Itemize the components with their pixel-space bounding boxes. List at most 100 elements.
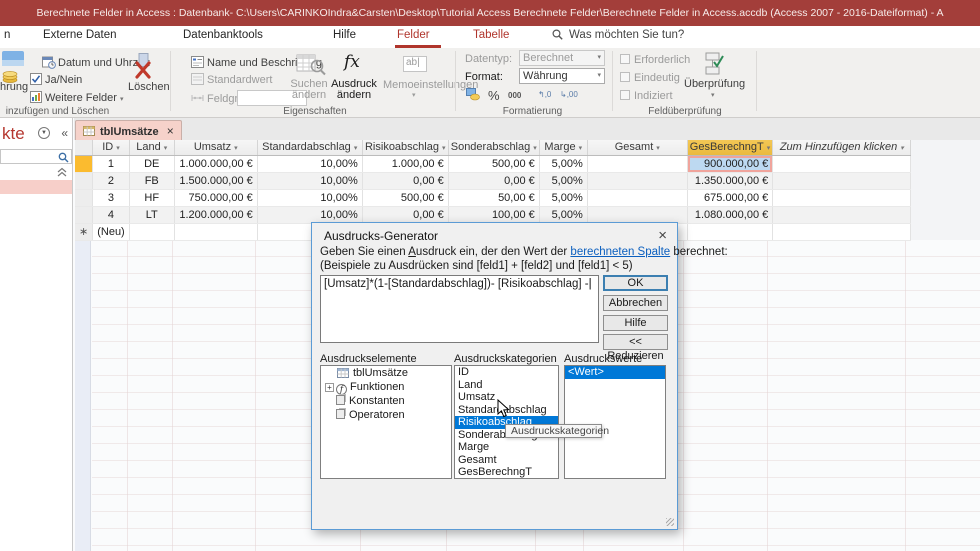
cell[interactable]: [129, 223, 175, 241]
record-selector[interactable]: [75, 206, 94, 224]
cell[interactable]: 750.000,00 €: [174, 189, 258, 207]
cell[interactable]: [772, 155, 912, 173]
ok-button[interactable]: OK: [603, 275, 668, 291]
cell[interactable]: [587, 172, 688, 190]
cell[interactable]: 2: [92, 172, 130, 190]
cell[interactable]: 1.200.000,00 €: [174, 206, 258, 224]
category-item[interactable]: GesBerechngT: [455, 466, 558, 478]
record-selector[interactable]: [75, 189, 94, 207]
cell[interactable]: 5,00%: [539, 206, 588, 224]
column-header-id[interactable]: ID ▾: [92, 140, 130, 156]
cell[interactable]: [772, 172, 912, 190]
filter-arrow-icon[interactable]: ▾: [116, 145, 120, 152]
increase-decimals-button[interactable]: ↰,0: [538, 90, 551, 99]
nav-search-input[interactable]: [0, 149, 72, 164]
column-header-sonderabschlag[interactable]: Sonderabschlag ▾: [448, 140, 540, 156]
yes-no-button[interactable]: Ja/Nein: [45, 74, 82, 86]
cell[interactable]: [772, 206, 912, 224]
new-record-label[interactable]: (Neu): [92, 223, 130, 241]
record-selector-current[interactable]: [75, 155, 94, 173]
cell[interactable]: FB: [129, 172, 175, 190]
column-header-standardabschlag[interactable]: Standardabschlag ▾: [257, 140, 363, 156]
filter-arrow-icon[interactable]: ▾: [533, 145, 537, 152]
cell[interactable]: 10,00%: [257, 206, 363, 224]
filter-arrow-icon[interactable]: ▾: [656, 145, 660, 152]
cell[interactable]: HF: [129, 189, 175, 207]
new-record-selector[interactable]: ∗: [75, 223, 94, 241]
cell[interactable]: 3: [92, 189, 130, 207]
datatype-select[interactable]: Berechnet ▾: [519, 50, 605, 66]
tab-tabelle[interactable]: Tabelle: [473, 29, 509, 41]
selected-cell[interactable]: 900.000,00 €: [687, 155, 774, 173]
column-header-gesberechngt[interactable]: GesBerechngT ▾: [687, 140, 774, 156]
filter-arrow-icon[interactable]: ▾: [164, 145, 168, 152]
close-tab-icon[interactable]: ×: [167, 124, 174, 138]
cell[interactable]: 5,00%: [539, 172, 588, 190]
cell[interactable]: 1.080.000,00 €: [687, 206, 774, 224]
cell[interactable]: 1.000,00 €: [362, 155, 449, 173]
cell[interactable]: 1.350.000,00 €: [687, 172, 774, 190]
filter-arrow-icon[interactable]: ▾: [354, 145, 358, 152]
filter-arrow-icon[interactable]: ▾: [234, 145, 238, 152]
cell[interactable]: [587, 189, 688, 207]
cell[interactable]: [174, 223, 258, 241]
close-icon[interactable]: ×: [658, 227, 667, 244]
expand-icon[interactable]: +: [325, 383, 334, 392]
cell[interactable]: 5,00%: [539, 189, 588, 207]
expression-categories-list[interactable]: ID Land Umsatz Standardabschlag Risikoab…: [454, 365, 559, 479]
cell[interactable]: 4: [92, 206, 130, 224]
filter-arrow-icon[interactable]: ▾: [900, 145, 904, 152]
currency-button[interactable]: hrung: [0, 81, 28, 93]
cell[interactable]: 1.500.000,00 €: [174, 172, 258, 190]
filter-arrow-icon[interactable]: ▾: [442, 145, 446, 152]
tab-felder-active[interactable]: Felder: [397, 29, 430, 41]
select-all-corner[interactable]: [75, 140, 94, 156]
cell[interactable]: 0,00 €: [362, 172, 449, 190]
category-item[interactable]: Marge: [455, 441, 558, 454]
unique-checkbox[interactable]: Eindeutig: [620, 72, 680, 84]
modify-expression-button[interactable]: Ausdruck ändern: [331, 79, 377, 101]
tell-me-search[interactable]: Was möchten Sie tun?: [552, 29, 684, 41]
record-selector[interactable]: [75, 172, 94, 190]
cell[interactable]: 1: [92, 155, 130, 173]
cell[interactable]: 10,00%: [257, 189, 363, 207]
column-header-risikoabschlag[interactable]: Risikoabschlag ▾: [362, 140, 449, 156]
cell[interactable]: 10,00%: [257, 155, 363, 173]
required-checkbox[interactable]: Erforderlich: [620, 54, 690, 66]
delete-button[interactable]: Löschen: [128, 81, 170, 93]
cell[interactable]: 0,00 €: [448, 172, 540, 190]
cell[interactable]: 5,00%: [539, 155, 588, 173]
cell[interactable]: 50,00 €: [448, 189, 540, 207]
indexed-checkbox[interactable]: Indiziert: [620, 90, 673, 102]
format-select[interactable]: Währung ▾: [519, 68, 605, 84]
tree-item-functions[interactable]: + f Funktionen: [321, 380, 451, 395]
modify-lookup-button[interactable]: Suchen ändern: [288, 79, 330, 101]
cell[interactable]: [772, 223, 912, 241]
expression-input[interactable]: [Umsatz]*(1-[Standardabschlag])- [Risiko…: [320, 275, 599, 343]
cell[interactable]: 10,00%: [257, 172, 363, 190]
tree-item-operators[interactable]: Operatoren: [321, 408, 451, 422]
thousands-format-button[interactable]: 000: [508, 91, 521, 100]
cell[interactable]: 500,00 €: [362, 189, 449, 207]
cell[interactable]: DE: [129, 155, 175, 173]
cell[interactable]: 675.000,00 €: [687, 189, 774, 207]
expression-values-list[interactable]: <Wert>: [564, 365, 666, 479]
cell[interactable]: [687, 223, 774, 241]
category-item[interactable]: Gesamt: [455, 454, 558, 467]
resize-grip[interactable]: [666, 518, 674, 526]
cell[interactable]: 100,00 €: [448, 206, 540, 224]
column-header-add-field[interactable]: Zum Hinzufügen klicken ▾: [772, 140, 912, 156]
decrease-decimals-button[interactable]: ↳,00: [560, 90, 578, 99]
cell[interactable]: [587, 155, 688, 173]
nav-pane-collapse-icon[interactable]: «: [61, 126, 68, 140]
reduce-button[interactable]: << Reduzieren: [603, 334, 668, 362]
nav-pane-menu-icon[interactable]: ▼: [38, 127, 50, 139]
column-header-gesamt[interactable]: Gesamt ▾: [587, 140, 688, 156]
tab-hilfe[interactable]: Hilfe: [333, 29, 356, 41]
filter-arrow-icon[interactable]: ▾: [579, 145, 583, 152]
collapse-all-icon[interactable]: [57, 167, 67, 177]
cell[interactable]: 500,00 €: [448, 155, 540, 173]
document-tab-tblumsaetze[interactable]: tblUmsätze ×: [75, 120, 182, 140]
value-item-selected[interactable]: <Wert>: [565, 366, 665, 379]
filter-arrow-icon[interactable]: ▾: [767, 145, 771, 152]
